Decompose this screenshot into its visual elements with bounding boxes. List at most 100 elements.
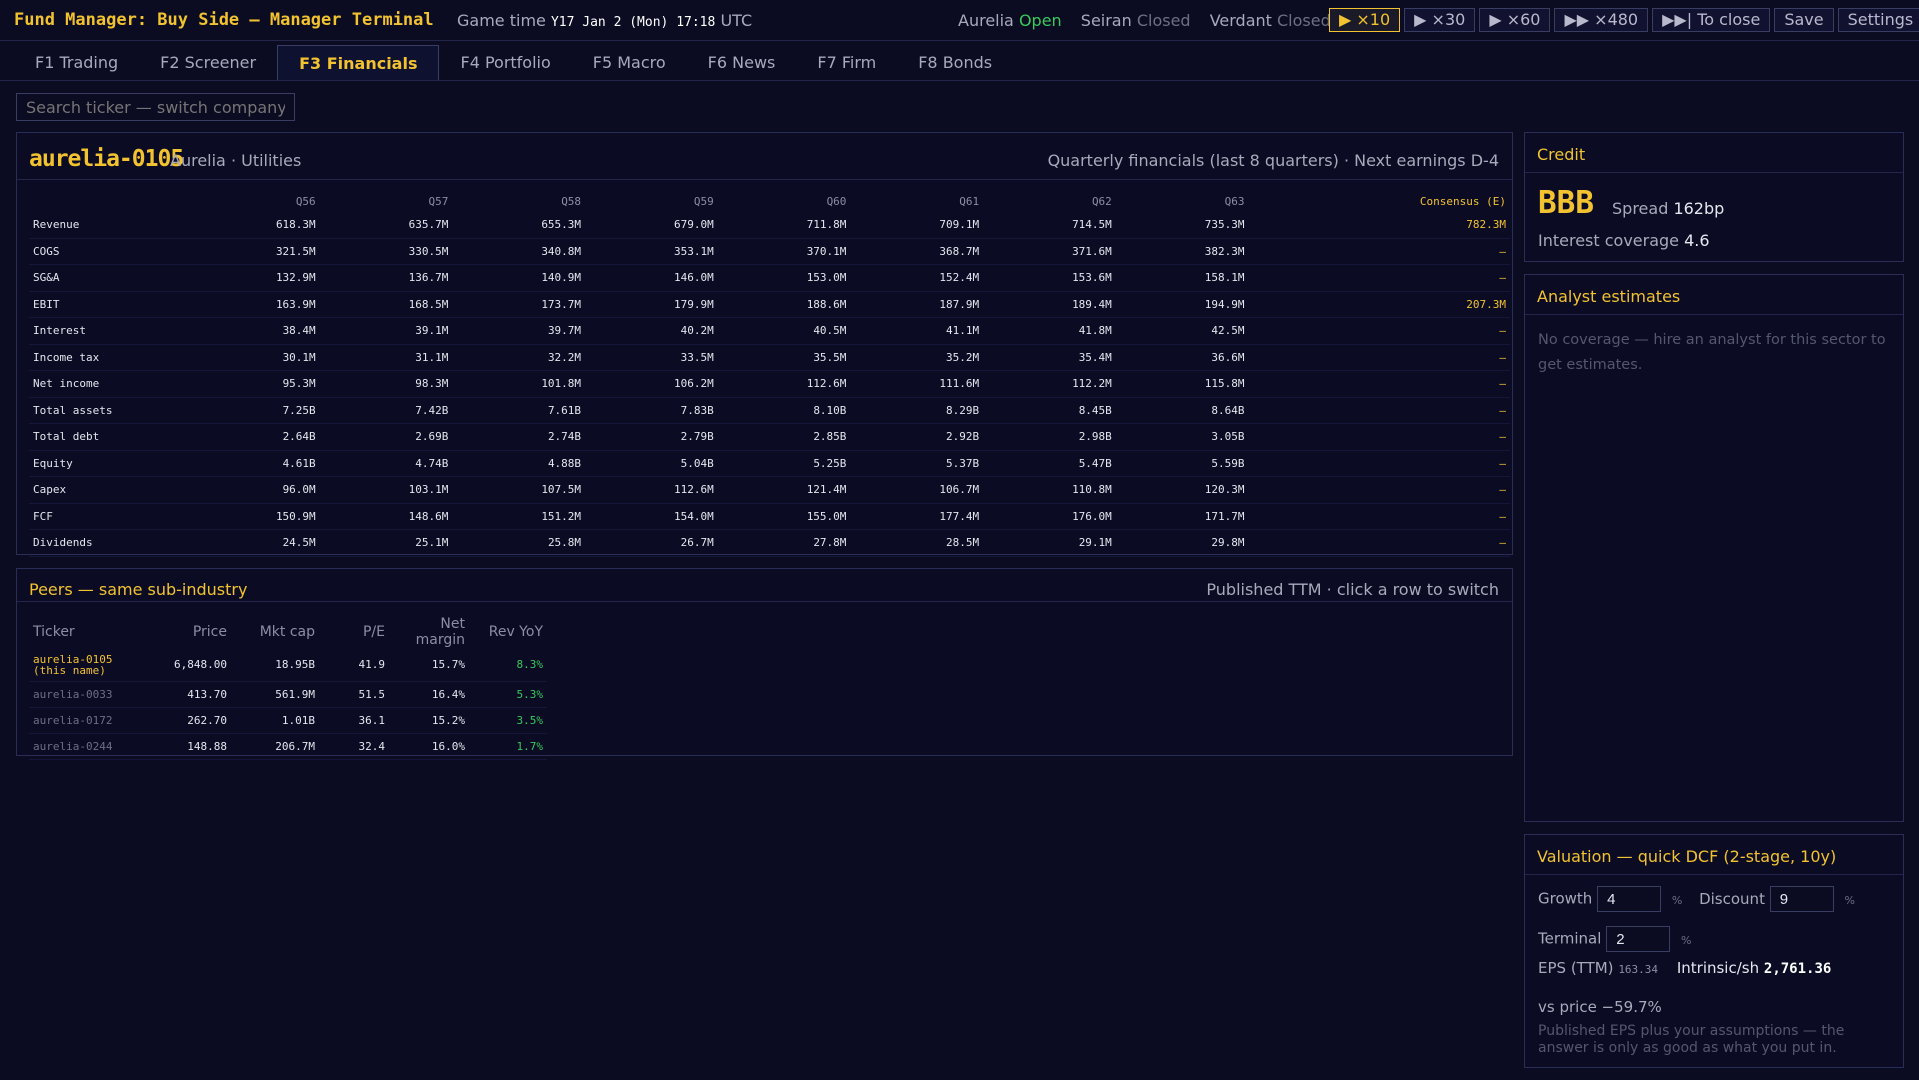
column-header: Q56 — [295, 194, 316, 208]
peer-pe: 51.5 — [319, 681, 389, 708]
peer-ticker: aurelia-0105 (this name) — [29, 648, 157, 682]
valuation-divider — [1525, 874, 1903, 875]
financials-row: Capex 96.0M 103.1M 107.5M 112.6M 121.4M 106.7M… — [29, 476, 1510, 504]
value-cell: 711.8M — [717, 212, 851, 239]
peer-mktcap: 206.7M — [231, 733, 319, 760]
discount-input[interactable] — [1769, 886, 1834, 912]
column-header: Q61 — [959, 194, 980, 208]
growth-pct: % — [1671, 893, 1683, 907]
peer-row[interactable]: aurelia-0033 413.70 561.9M 51.5 16.4% 5.… — [29, 681, 547, 708]
consensus-cell: 207.3M — [1248, 291, 1510, 318]
value-cell: 36.6M — [1115, 344, 1249, 371]
value-cell: 340.8M — [452, 238, 586, 265]
value-cell: 158.1M — [1115, 264, 1249, 292]
credit-rating: BBB — [1538, 185, 1594, 221]
consensus-cell: 782.3M — [1248, 212, 1510, 239]
peers-note: Published TTM · click a row to switch — [1206, 580, 1499, 599]
row-label: FCF — [29, 503, 187, 530]
growth-input[interactable] — [1597, 886, 1662, 912]
value-cell: 28.5M — [850, 529, 984, 557]
financials-row: EBIT 163.9M 168.5M 173.7M 179.9M 188.6M 187.9M… — [29, 291, 1510, 318]
market-status: Aurelia Open Seiran Closed Verdant Close… — [958, 11, 1345, 30]
tab-financials[interactable]: F3 Financials — [277, 45, 440, 81]
peer-mktcap: 561.9M — [231, 681, 319, 708]
value-cell: 194.9M — [1115, 291, 1249, 318]
value-cell: 7.25B — [187, 397, 320, 424]
tab-macro[interactable]: F5 Macro — [572, 45, 687, 81]
peer-pe: 36.1 — [319, 707, 389, 734]
value-cell: 171.7M — [1115, 503, 1249, 530]
financials-row: Total assets 7.25B 7.42B 7.61B 7.83B 8.10B 8.2… — [29, 397, 1510, 424]
discount-pct: % — [1844, 893, 1855, 907]
peer-price: 6,848.00 — [157, 648, 231, 682]
consensus-cell: — — [1248, 503, 1510, 530]
value-cell: 330.5M — [319, 238, 453, 265]
peer-row[interactable]: aurelia-0172 262.70 1.01B 36.1 15.2% 3.5… — [29, 707, 547, 734]
financials-row: Dividends 24.5M 25.1M 25.8M 26.7M 27.8M 28.5M 2… — [29, 529, 1510, 557]
peer-margin: 16.0% — [389, 733, 469, 760]
speed-x480-button[interactable]: ▶▶ ×480 — [1554, 8, 1649, 32]
value-cell: 5.37B — [850, 450, 984, 477]
peer-margin: 15.7% — [389, 648, 469, 682]
valuation-row-rates: Growth % Discount % — [1538, 886, 1855, 912]
financials-row: Total debt 2.64B 2.69B 2.74B 2.79B 2.85B 2.92B… — [29, 423, 1510, 451]
value-cell: 35.5M — [717, 344, 851, 371]
settings-button[interactable]: Settings — [1837, 8, 1919, 32]
peer-row[interactable]: aurelia-0244 148.88 206.7M 32.4 16.0% 1.… — [29, 733, 547, 760]
vs-price: vs price −59.7% — [1538, 998, 1662, 1016]
financials-row: Revenue 618.3M 635.7M 655.3M 679.0M 711.8M 709… — [29, 212, 1510, 239]
consensus-cell: — — [1248, 344, 1510, 371]
value-cell: 35.2M — [850, 344, 984, 371]
peer-price: 413.70 — [157, 681, 231, 708]
discount-label: Discount — [1699, 889, 1765, 908]
speed-x60-button[interactable]: ▶ ×60 — [1479, 8, 1551, 32]
value-cell: 7.83B — [585, 397, 718, 424]
tab-bonds[interactable]: F8 Bonds — [897, 45, 1013, 81]
peers-header-price: Price — [192, 624, 227, 640]
ticker-search-input[interactable] — [16, 93, 295, 121]
tab-trading[interactable]: F1 Trading — [14, 45, 139, 81]
consensus-cell: — — [1248, 370, 1510, 398]
value-cell: 179.9M — [585, 291, 718, 318]
value-cell: 121.4M — [717, 476, 851, 504]
to-close-button[interactable]: ▶▶| To close — [1652, 8, 1771, 32]
row-label: Income tax — [29, 344, 187, 371]
value-cell: 110.8M — [983, 476, 1116, 504]
value-cell: 2.79B — [585, 423, 718, 451]
value-cell: 107.5M — [452, 476, 586, 504]
value-cell: 112.6M — [717, 370, 851, 398]
peer-yoy: 8.3% — [469, 648, 547, 682]
value-cell: 29.1M — [983, 529, 1116, 557]
value-cell: 2.98B — [983, 423, 1116, 451]
tab-screener[interactable]: F2 Screener — [139, 45, 277, 81]
consensus-cell: — — [1248, 476, 1510, 504]
value-cell: 112.2M — [983, 370, 1116, 398]
consensus-column-header: Consensus (E) — [1419, 194, 1506, 208]
game-time-value: Y17 Jan 2 (Mon) 17:18 — [550, 15, 716, 30]
peer-pe: 41.9 — [319, 648, 389, 682]
value-cell: 2.92B — [850, 423, 984, 451]
value-cell: 32.2M — [452, 344, 586, 371]
value-cell: 39.7M — [452, 317, 586, 345]
peer-row-self[interactable]: aurelia-0105 (this name) 6,848.00 18.95B … — [29, 648, 547, 682]
speed-x30-button[interactable]: ▶ ×30 — [1404, 8, 1476, 32]
tab-portfolio[interactable]: F4 Portfolio — [439, 45, 571, 81]
terminal-pct: % — [1680, 933, 1692, 947]
save-button[interactable]: Save — [1774, 8, 1834, 32]
value-cell: 4.61B — [187, 450, 320, 477]
speed-x10-button[interactable]: ▶ ×10 — [1329, 8, 1401, 32]
consensus-cell: — — [1248, 529, 1510, 557]
column-header: Q59 — [693, 194, 714, 208]
tab-news[interactable]: F6 News — [687, 45, 797, 81]
column-header: Q57 — [428, 194, 449, 208]
financials-note: Quarterly financials (last 8 quarters) ·… — [1047, 151, 1499, 170]
value-cell: 368.7M — [850, 238, 984, 265]
row-label: EBIT — [29, 291, 187, 318]
tab-firm[interactable]: F7 Firm — [796, 45, 897, 81]
value-cell: 146.0M — [585, 264, 718, 292]
value-cell: 95.3M — [187, 370, 320, 398]
terminal-input[interactable] — [1606, 926, 1671, 952]
row-label: Net income — [29, 370, 187, 398]
value-cell: 39.1M — [319, 317, 453, 345]
valuation-panel: Valuation — quick DCF (2-stage, 10y) Gro… — [1524, 834, 1904, 1068]
